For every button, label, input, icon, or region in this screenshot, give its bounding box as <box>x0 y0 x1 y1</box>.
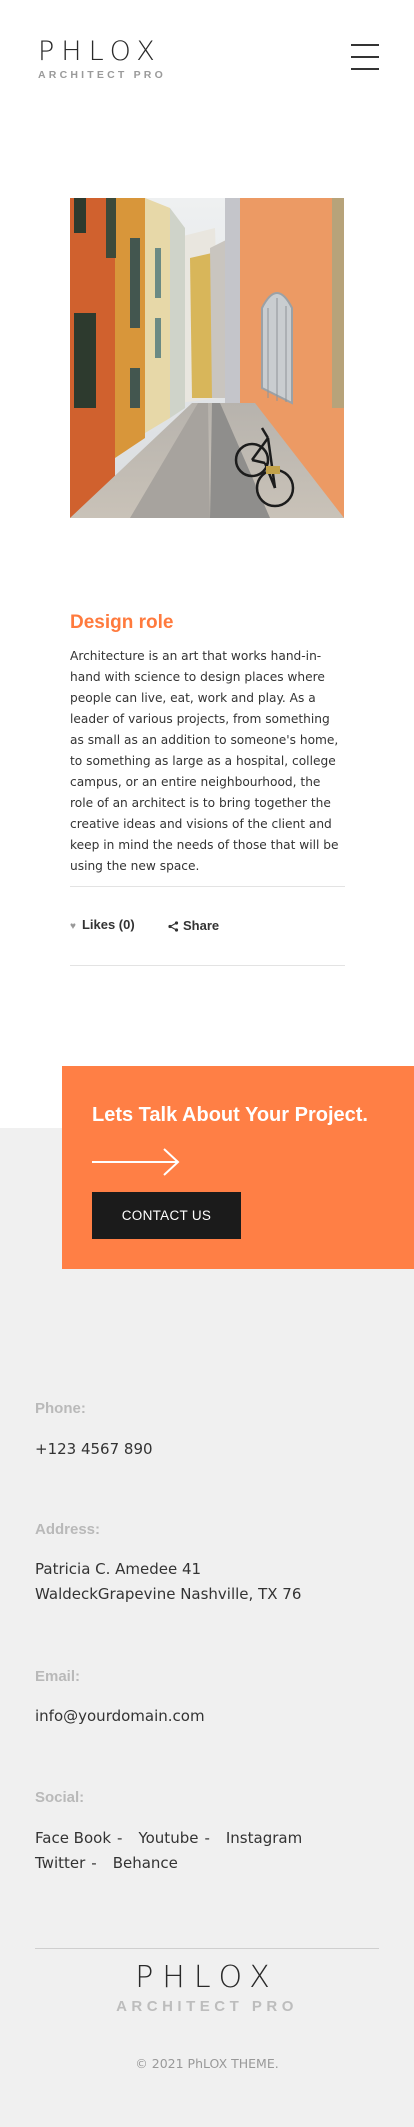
instagram-link[interactable]: Instagram <box>226 1829 302 1847</box>
address-value: Patricia C. Amedee 41 WaldeckGrapevine N… <box>35 1560 302 1603</box>
share-label: Share <box>183 918 220 933</box>
facebook-link[interactable]: Face Book <box>35 1829 111 1847</box>
address-label: Address: <box>35 1521 101 1538</box>
cta-box: Lets Talk About Your Project. CONTACT US <box>62 1066 414 1269</box>
site-logo[interactable]: PHLOX ARCHITECT PRO <box>38 36 166 82</box>
youtube-link[interactable]: Youtube <box>138 1829 198 1847</box>
footer-logo-name: PHLOX <box>135 1960 279 1995</box>
logo-tagline: ARCHITECT PRO <box>38 69 166 81</box>
behance-link[interactable]: Behance <box>113 1854 178 1872</box>
social-label: Social: <box>35 1789 85 1806</box>
share-button[interactable]: Share <box>168 918 219 935</box>
post-title: Design role <box>70 612 174 633</box>
phone-value[interactable]: +123 4567 890 <box>35 1437 153 1462</box>
email-label: Email: <box>35 1668 81 1685</box>
post-image <box>70 198 344 518</box>
likes-label: Likes (0) <box>81 917 135 932</box>
contact-us-button[interactable]: CONTACT US <box>92 1192 241 1239</box>
post-body: Architecture is an art that works hand-i… <box>70 649 339 873</box>
social-links: Face Book - Youtube - Instagram Twitter - Behan… <box>35 1829 303 1872</box>
cta-title: Lets Talk About Your Project. <box>92 1104 368 1126</box>
footer-logo-tagline: ARCHITECT PRO <box>116 1998 298 2015</box>
likes-button[interactable]: ♥ Likes (0) <box>70 917 135 932</box>
arrow-right-icon <box>92 1147 182 1182</box>
share-icon <box>168 920 179 935</box>
phone-label: Phone: <box>35 1400 86 1417</box>
site-header: PHLOX ARCHITECT PRO <box>0 0 414 110</box>
divider <box>70 886 345 887</box>
divider <box>70 965 345 966</box>
twitter-link[interactable]: Twitter <box>35 1854 85 1872</box>
copyright-text: © 2021 PhLOX THEME. <box>135 2056 279 2071</box>
footer-logo[interactable]: PHLOX ARCHITECT PRO <box>0 1960 414 2016</box>
email-value[interactable]: info@yourdomain.com <box>35 1704 205 1729</box>
logo-name: PHLOX <box>38 36 162 67</box>
hamburger-menu-icon[interactable] <box>351 42 379 72</box>
footer-divider <box>35 1948 379 1949</box>
heart-icon: ♥ <box>70 921 76 932</box>
